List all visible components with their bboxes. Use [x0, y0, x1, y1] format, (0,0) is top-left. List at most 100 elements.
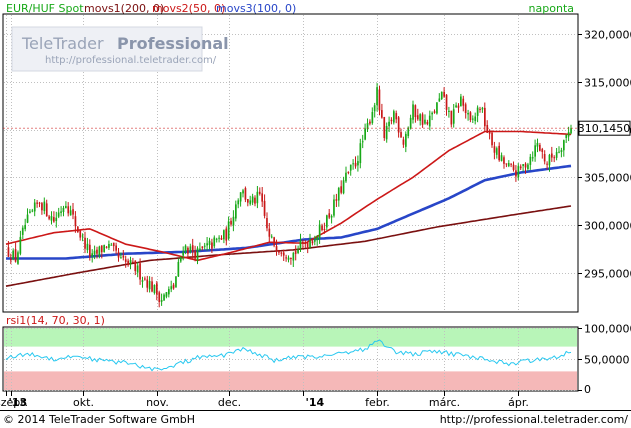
candle-body: [65, 206, 67, 209]
candle-body: [345, 172, 347, 182]
candle-body: [316, 237, 319, 241]
candle-body: [428, 115, 431, 127]
candle-body: [414, 105, 417, 117]
candle-body: [567, 132, 570, 137]
candle-body: [292, 253, 295, 261]
candle-body: [515, 170, 517, 177]
candle-body: [50, 216, 53, 221]
candle-body: [536, 142, 539, 147]
last-price-label: 310,1450: [578, 122, 631, 135]
candle-body: [349, 164, 352, 171]
candle-body: [352, 163, 354, 165]
candle-body: [270, 236, 273, 238]
candle-body: [452, 109, 455, 124]
legend-movs2: movs2(50, 0): [152, 2, 225, 15]
candle-body: [426, 122, 429, 125]
candle-body: [17, 252, 19, 264]
candle-body: [163, 294, 165, 301]
candle-body: [294, 250, 297, 254]
candle-body: [158, 292, 161, 302]
candle-body: [203, 245, 206, 247]
candle-body: [522, 164, 524, 166]
price-y-tick-label: 305,0000: [584, 172, 631, 185]
candle-body: [306, 242, 309, 247]
candle-body: [91, 253, 93, 257]
candle-body: [400, 132, 402, 138]
candle-body: [337, 188, 340, 201]
candle-body: [230, 220, 232, 225]
candle-body: [156, 283, 158, 295]
candle-body: [445, 94, 448, 110]
candle-body: [69, 210, 72, 216]
candle-body: [247, 199, 249, 203]
price-y-tick-label: 295,0000: [584, 268, 631, 281]
candle-body: [182, 251, 184, 256]
candle-body: [170, 286, 173, 290]
candle-body: [364, 128, 366, 140]
candle-body: [407, 127, 410, 136]
x-tick-label: márc.: [429, 396, 460, 409]
candle-body: [14, 249, 17, 262]
candle-body: [244, 188, 247, 200]
candle-body: [72, 209, 74, 215]
x-tick-label: okt.: [73, 396, 94, 409]
candle-body: [318, 224, 321, 239]
candle-body: [558, 151, 560, 153]
candle-body: [206, 243, 208, 246]
candle-body: [527, 164, 529, 169]
candle-body: [194, 250, 196, 259]
candle-body: [220, 238, 223, 240]
candle-body: [129, 260, 132, 265]
candle-body: [431, 112, 433, 115]
candle-body: [21, 227, 24, 235]
candle-body: [395, 113, 398, 120]
candle-body: [41, 203, 43, 211]
candle-body: [347, 171, 350, 173]
candle-body: [342, 180, 345, 194]
candle-body: [242, 190, 244, 194]
candle-body: [464, 104, 467, 113]
candle-body: [402, 139, 405, 145]
candle-body: [57, 212, 60, 217]
candle-body: [311, 241, 314, 244]
candle-body: [421, 114, 424, 125]
candle-body: [369, 121, 371, 124]
rsi-title: rsi1(14, 70, 30, 1): [6, 314, 105, 327]
watermark-url: http://professional.teletrader.com/: [45, 55, 217, 66]
candle-body: [144, 278, 146, 280]
candle-body: [110, 244, 113, 246]
rsi-y-tick-label: 0: [584, 383, 591, 396]
candle-body: [373, 105, 376, 112]
candle-body: [268, 228, 271, 237]
candle-body: [115, 245, 117, 251]
candle-body: [172, 284, 175, 289]
candle-body: [469, 112, 472, 120]
candle-body: [165, 292, 168, 297]
candle-body: [280, 252, 283, 254]
candle-body: [290, 258, 292, 259]
candle-body: [438, 98, 441, 102]
candle-body: [397, 117, 400, 133]
candle-body: [285, 257, 287, 259]
candle-body: [33, 202, 36, 212]
candle-body: [323, 229, 326, 230]
candle-body: [45, 203, 48, 217]
footer-copyright: © 2014 TeleTrader Software GmbH: [3, 413, 195, 426]
candle-body: [519, 166, 522, 169]
x-tick-label: ápr.: [508, 396, 529, 409]
candle-body: [249, 200, 252, 205]
candle-body: [381, 110, 383, 118]
rsi-overbought-zone: [4, 328, 577, 347]
candle-body: [376, 87, 378, 106]
candle-body: [467, 113, 469, 115]
candle-body: [258, 191, 261, 194]
candle-body: [433, 111, 436, 113]
candle-body: [340, 186, 342, 193]
candle-body: [239, 192, 242, 202]
candle-body: [505, 163, 508, 165]
candle-body: [235, 204, 237, 219]
candle-body: [10, 258, 12, 261]
candle-body: [436, 102, 438, 114]
candle-body: [383, 117, 386, 138]
candle-body: [314, 240, 316, 242]
